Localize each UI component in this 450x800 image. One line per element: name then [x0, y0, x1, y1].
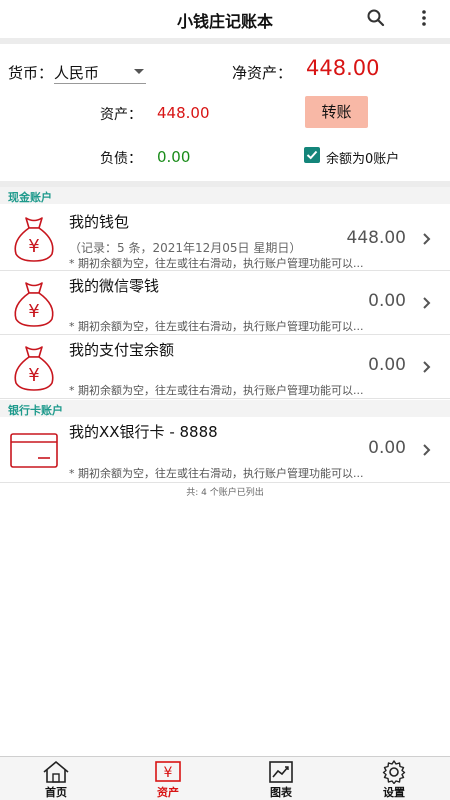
yuan-icon: ¥	[155, 761, 181, 782]
chevron-right-icon	[423, 361, 431, 373]
currency-value: 人民币	[54, 64, 100, 82]
tab-label: 资产	[157, 786, 179, 799]
search-icon[interactable]	[366, 8, 386, 28]
section-title: 银行卡账户	[8, 404, 63, 417]
tab-charts[interactable]: 图表	[225, 757, 337, 800]
chart-icon	[269, 761, 293, 783]
account-hint: * 期初余额为空，往左或往右滑动，执行账户管理功能可以...	[69, 384, 364, 397]
tab-label: 首页	[45, 786, 67, 799]
zero-balance-label: 余额为0账户	[326, 152, 400, 167]
assets-label: 资产：	[100, 107, 142, 123]
zero-balance-checkbox[interactable]	[304, 147, 320, 163]
account-name: 我的XX银行卡 - 8888	[69, 423, 218, 441]
section-title: 现金账户	[8, 191, 52, 204]
gear-icon	[382, 760, 406, 784]
account-row[interactable]: ¥ 我的微信零钱 * 期初余额为空，往左或往右滑动，执行账户管理功能可以... …	[0, 271, 450, 335]
currency-label: 货币：	[8, 64, 54, 82]
chevron-right-icon	[423, 233, 431, 245]
net-assets-label: 净资产：	[232, 64, 293, 82]
more-vertical-icon[interactable]	[414, 8, 434, 28]
money-bag-icon: ¥	[14, 217, 54, 262]
svg-text:¥: ¥	[28, 236, 39, 257]
account-hint: * 期初余额为空，往左或往右滑动，执行账户管理功能可以...	[69, 320, 364, 333]
account-hint: * 期初余额为空，往左或往右滑动，执行账户管理功能可以...	[69, 257, 364, 270]
svg-text:¥: ¥	[28, 365, 39, 386]
account-detail: （记录：5 条，2021年12月05日 星期日）	[69, 241, 302, 255]
tab-label: 图表	[270, 786, 292, 799]
tab-home[interactable]: 首页	[0, 757, 112, 800]
app-bar: 小钱庄记账本	[0, 0, 450, 38]
assets-value: 448.00	[157, 104, 210, 122]
account-amount: 448.00	[346, 228, 406, 248]
account-row[interactable]: ¥ 我的支付宝余额 * 期初余额为空，往左或往右滑动，执行账户管理功能可以...…	[0, 335, 450, 399]
account-amount: 0.00	[368, 355, 406, 375]
account-name: 我的钱包	[69, 213, 130, 231]
account-row[interactable]: 我的XX银行卡 - 8888 * 期初余额为空，往左或往右滑动，执行账户管理功能…	[0, 417, 450, 483]
bottom-tab-bar: 首页 ¥ 资产 图表 设置	[0, 756, 450, 800]
account-name: 我的支付宝余额	[69, 341, 175, 359]
dropdown-caret-icon	[134, 69, 144, 74]
liabilities-label: 负债：	[100, 151, 142, 167]
home-icon	[43, 761, 69, 783]
summary-panel: 货币： 人民币 净资产： 448.00 资产： 448.00 转账 负债： 0.…	[0, 44, 450, 181]
svg-text:¥: ¥	[28, 301, 39, 322]
account-amount: 0.00	[368, 438, 406, 458]
bank-card-icon	[10, 433, 58, 468]
tab-assets[interactable]: ¥ 资产	[112, 757, 224, 800]
money-bag-icon: ¥	[14, 346, 54, 391]
check-icon	[306, 150, 318, 160]
svg-text:¥: ¥	[164, 765, 173, 781]
currency-select[interactable]: 人民币	[54, 58, 146, 84]
tab-settings[interactable]: 设置	[338, 757, 450, 800]
account-row[interactable]: ¥ 我的钱包 （记录：5 条，2021年12月05日 星期日） * 期初余额为空…	[0, 204, 450, 271]
transfer-button[interactable]: 转账	[305, 96, 368, 128]
chevron-right-icon	[423, 444, 431, 456]
money-bag-icon: ¥	[14, 282, 54, 327]
section-header-cash: 现金账户	[0, 187, 450, 204]
tab-label: 设置	[383, 786, 405, 799]
liabilities-value: 0.00	[157, 148, 191, 166]
account-amount: 0.00	[368, 291, 406, 311]
chevron-right-icon	[423, 297, 431, 309]
account-hint: * 期初余额为空，往左或往右滑动，执行账户管理功能可以...	[69, 467, 364, 480]
section-header-bank: 银行卡账户	[0, 400, 450, 417]
account-count-note: 共: 4 个账户已列出	[186, 488, 264, 498]
account-name: 我的微信零钱	[69, 277, 160, 295]
net-assets-value: 448.00	[306, 56, 380, 80]
